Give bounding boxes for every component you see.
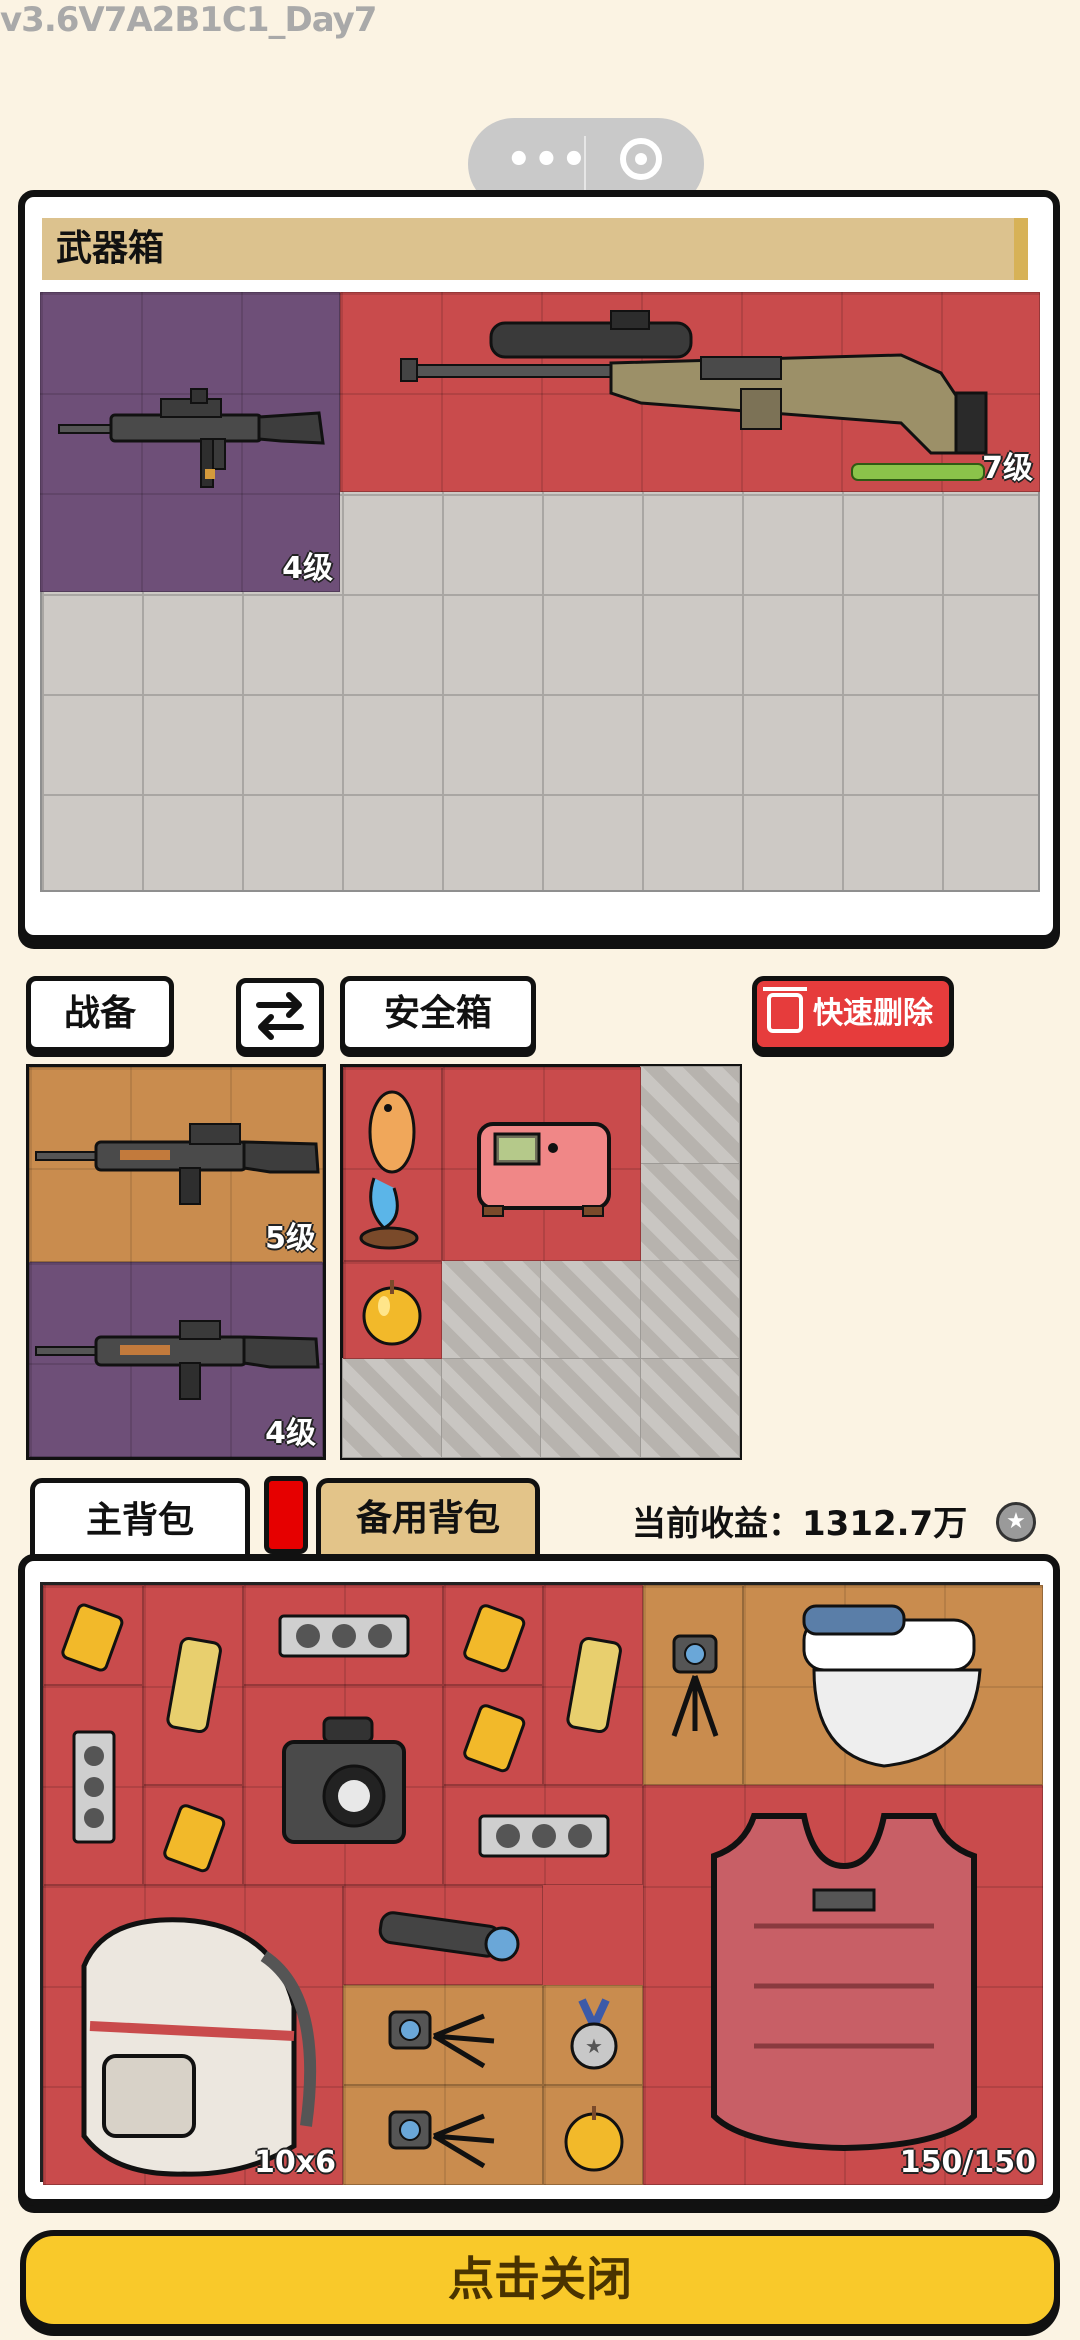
gold-bar-icon	[61, 1603, 124, 1672]
pink-machine-icon	[477, 1122, 611, 1217]
backpack-item-gold-bar[interactable]	[543, 1585, 643, 1785]
item-level-label: 5级	[265, 1221, 316, 1256]
backpack-item-gold-bar[interactable]	[43, 1585, 143, 1685]
backpack-item-smart-toilet[interactable]	[743, 1585, 1043, 1785]
weapon-box-title: 武器箱	[42, 218, 1028, 280]
safe-item-pink-machine[interactable]	[442, 1067, 641, 1261]
backpack-item-body-armor[interactable]: 150/150	[643, 1785, 1043, 2185]
backpack-item-graphics-card[interactable]	[443, 1785, 643, 1885]
backpack-item-action-camera[interactable]	[643, 1585, 743, 1785]
swap-button[interactable]	[236, 978, 324, 1052]
graphics-card-icon	[72, 1730, 116, 1844]
backpack-item-graphics-card[interactable]	[43, 1685, 143, 1885]
backpack-indicator	[264, 1476, 308, 1554]
safe-item-goldfish-statue[interactable]	[343, 1067, 442, 1261]
trash-icon	[763, 987, 807, 1033]
backpack-item-gold-bar[interactable]	[443, 1585, 543, 1685]
backpack-item-gold-bar[interactable]	[143, 1785, 243, 1885]
earnings-value: 1312.7万	[802, 1504, 968, 1544]
more-icon[interactable]: •••	[506, 140, 589, 180]
backpack-icon	[81, 1917, 317, 2177]
version-label: v3.6V7A2B1C1_Day7	[0, 0, 377, 40]
gold-bar-icon	[163, 1804, 226, 1873]
weapon-item-sniper-rifle[interactable]: 7级	[340, 292, 1040, 492]
earnings-display: 当前收益：1312.7万	[632, 1496, 967, 1545]
backpack-item-backpack[interactable]: 10x6	[43, 1885, 343, 2185]
golden-apple-icon	[362, 1280, 422, 1346]
empty-slot	[441, 1358, 542, 1458]
tab-main-backpack[interactable]: 主背包	[30, 1478, 250, 1560]
close-target-icon[interactable]	[620, 138, 662, 180]
graphics-card-icon	[478, 1814, 610, 1858]
empty-slot	[540, 1260, 642, 1360]
tab-safe-box-label: 安全箱	[383, 993, 492, 1034]
backpack-item-action-camera[interactable]	[343, 2085, 543, 2185]
gold-bar-icon	[463, 1604, 526, 1673]
weapon-item-assault-rifle[interactable]: 4级	[40, 292, 340, 592]
durability-bar	[851, 463, 985, 481]
backpack-item-gold-bar[interactable]	[443, 1685, 543, 1785]
action-camera-icon	[388, 2110, 495, 2169]
svg-text:★: ★	[585, 2034, 603, 2058]
safe-item-golden-apple[interactable]	[343, 1261, 442, 1359]
backpack-item-golden-apple[interactable]	[543, 2085, 643, 2185]
tab-backup-backpack[interactable]: 备用背包	[316, 1478, 540, 1558]
backpack-item-telescope[interactable]	[343, 1885, 543, 1985]
medal-icon: ★	[570, 1998, 618, 2070]
action-camera-icon	[388, 2010, 495, 2069]
backpack-item-medal[interactable]: ★	[543, 1985, 643, 2085]
item-level-label: 4级	[265, 1416, 316, 1451]
empty-slot	[540, 1358, 642, 1458]
empty-slot	[441, 1260, 542, 1360]
item-level-label: 7级	[982, 451, 1033, 486]
empty-slot	[640, 1260, 740, 1360]
backpack-item-graphics-card[interactable]	[243, 1585, 443, 1685]
empty-slot	[640, 1066, 740, 1165]
telescope-icon	[378, 1911, 520, 1962]
quick-delete-label: 快速删除	[813, 996, 933, 1031]
equipment-slots: 5级 4级	[26, 1064, 326, 1460]
gold-bar-icon	[166, 1636, 222, 1734]
action-camera-icon	[671, 1634, 719, 1737]
close-button-label: 点击关闭	[448, 2252, 632, 2306]
earnings-label: 当前收益：	[632, 1504, 802, 1544]
swap-arrows-icon	[256, 992, 304, 1040]
backpack-size-label: 10x6	[254, 2145, 336, 2180]
backpack-item-gold-bar[interactable]	[143, 1585, 243, 1785]
smart-toilet-icon	[802, 1604, 982, 1768]
backpack-item-camera[interactable]	[243, 1685, 443, 1885]
gold-bar-icon	[463, 1704, 526, 1773]
golden-apple-icon	[564, 2106, 624, 2172]
armor-durability-label: 150/150	[899, 2145, 1036, 2180]
close-button[interactable]: 点击关闭	[20, 2230, 1060, 2330]
tab-equipment-label: 战备	[63, 993, 136, 1034]
body-armor-icon	[711, 1813, 977, 2152]
backpack-item-action-camera[interactable]	[343, 1985, 543, 2085]
goldfish-statue-icon	[359, 1090, 419, 1250]
tab-main-backpack-label: 主背包	[85, 1500, 194, 1541]
empty-slot	[342, 1358, 443, 1458]
tab-backup-backpack-label: 备用背包	[355, 1498, 500, 1539]
tab-safe-box[interactable]: 安全箱	[340, 976, 536, 1052]
tab-equipment[interactable]: 战备	[26, 976, 174, 1052]
equipment-slot-rifle[interactable]: 5级	[29, 1067, 323, 1262]
empty-slot	[640, 1358, 740, 1458]
equipment-slot-rifle[interactable]: 4级	[29, 1262, 323, 1457]
camera-icon	[282, 1716, 406, 1844]
safe-box-grid	[340, 1064, 742, 1460]
empty-slot	[640, 1163, 740, 1262]
backpack-grid: 10x6 ★ 150/150	[40, 1582, 1043, 2185]
item-level-label: 4级	[282, 551, 333, 586]
capsule-divider	[584, 136, 586, 192]
quick-delete-button[interactable]: 快速删除	[752, 976, 954, 1052]
gold-bar-icon	[566, 1636, 622, 1734]
coin-icon: ★	[996, 1502, 1036, 1542]
graphics-card-icon	[278, 1614, 410, 1658]
